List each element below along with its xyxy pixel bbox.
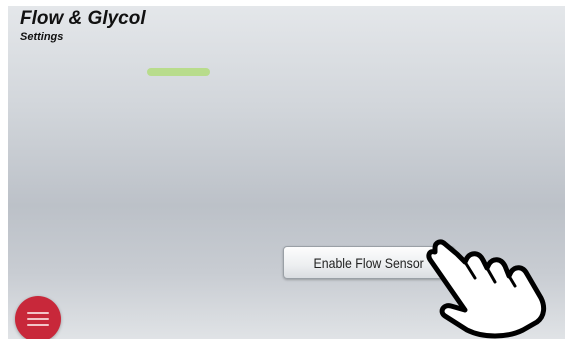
enable-flow-sensor-label: Enable Flow Sensor: [313, 254, 425, 271]
page-subtitle: Settings: [20, 31, 64, 43]
hand-pointer-icon: [426, 239, 547, 339]
menu-button[interactable]: [15, 296, 61, 339]
page-title: Flow & Glycol: [20, 8, 146, 29]
status-indicator-bar: [147, 68, 210, 76]
